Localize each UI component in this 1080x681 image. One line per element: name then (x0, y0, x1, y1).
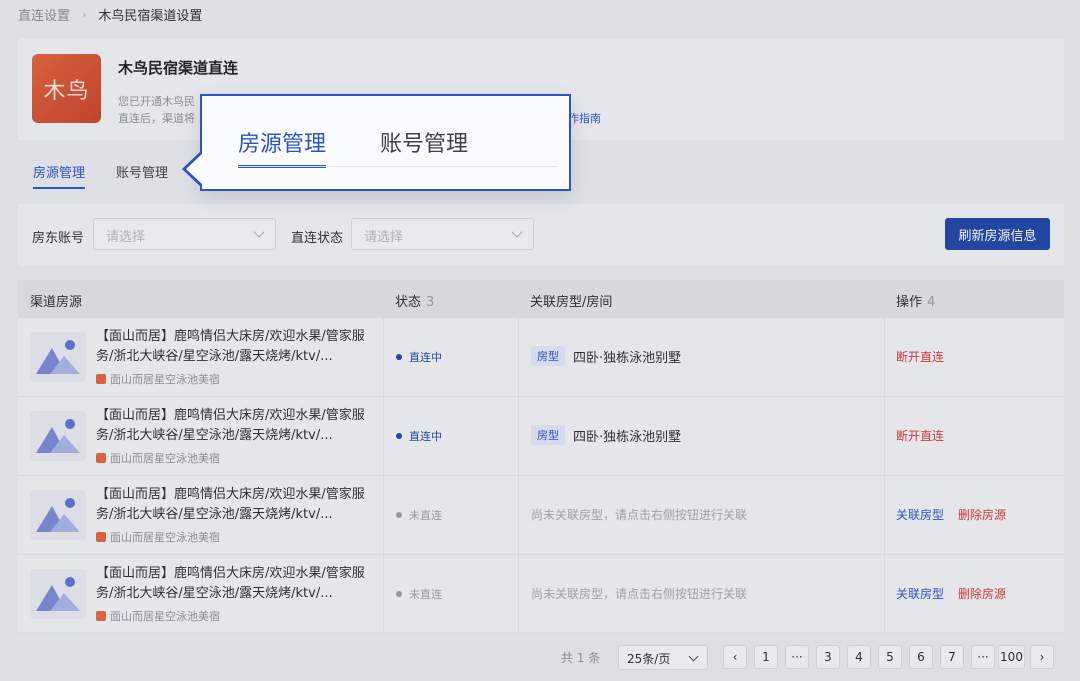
callout-tab-property-management[interactable]: 房源管理 (238, 126, 327, 168)
callout-tab-account-management[interactable]: 账号管理 (380, 126, 468, 168)
page: 直连设置 › 木鸟民宿渠道设置 木鸟 木鸟民宿渠道直连 您已开通木鸟民 直连后，… (0, 0, 1080, 681)
callout-divider (238, 166, 557, 167)
callout-tab-bar: 房源管理 账号管理 (238, 126, 468, 168)
callout-pointer-fill (186, 153, 203, 185)
tabs-zoom-callout: 房源管理 账号管理 (200, 94, 571, 191)
